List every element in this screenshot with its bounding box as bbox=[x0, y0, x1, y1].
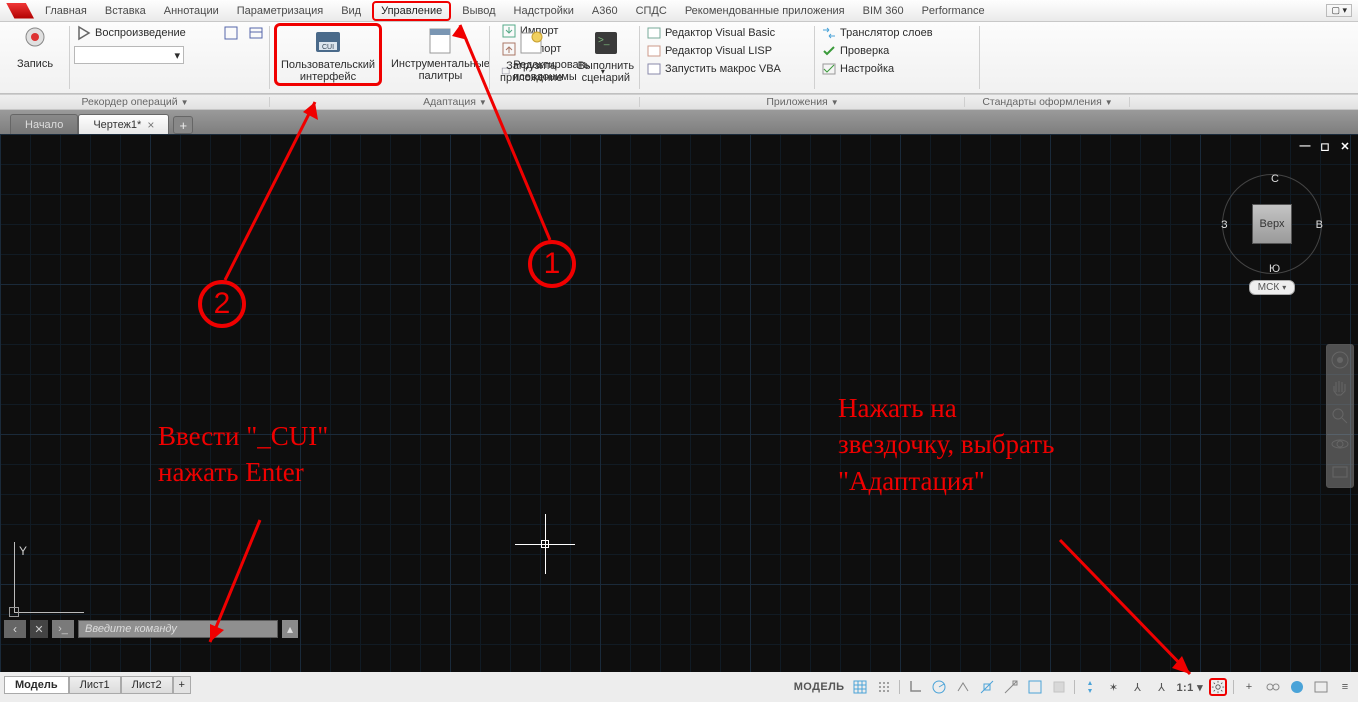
layout-tab-sheet1[interactable]: Лист1 bbox=[69, 676, 121, 694]
menu-manage[interactable]: Управление bbox=[372, 1, 451, 21]
menu-bar: Главная Вставка Аннотации Параметризация… bbox=[0, 0, 1358, 22]
menu-view[interactable]: Вид bbox=[334, 3, 368, 19]
status-options-icon[interactable]: ≡ bbox=[1336, 678, 1354, 696]
command-dropdown-icon[interactable]: ▴ bbox=[282, 620, 298, 638]
command-history-icon[interactable]: ‹ bbox=[4, 620, 26, 638]
dynamic-ucs-icon[interactable]: ⅄ bbox=[1129, 678, 1147, 696]
workspace-icon[interactable]: + bbox=[1240, 678, 1258, 696]
otrack-icon[interactable] bbox=[1002, 678, 1020, 696]
run-script-button[interactable]: >_ Выполнить сценарий bbox=[572, 25, 640, 86]
menu-featured[interactable]: Рекомендованные приложения bbox=[678, 3, 852, 19]
viewport-window-controls: — ◻ ✕ bbox=[1298, 140, 1352, 153]
full-nav-wheel-icon[interactable] bbox=[1329, 349, 1351, 371]
cui-label: Пользовательский интерфейс bbox=[281, 59, 375, 83]
menu-performance[interactable]: Performance bbox=[915, 3, 992, 19]
ribbon: Запись Воспроизведение ▾ CUI Пользовател… bbox=[0, 22, 1358, 94]
navigation-bar bbox=[1326, 344, 1354, 488]
close-viewport-icon[interactable]: ✕ bbox=[1338, 140, 1352, 153]
run-vba-button[interactable]: Запустить макрос VBA bbox=[644, 61, 811, 77]
menu-output[interactable]: Вывод bbox=[455, 3, 502, 19]
close-icon[interactable]: × bbox=[147, 118, 154, 132]
recorder-options-1-icon[interactable] bbox=[221, 23, 241, 43]
menu-overflow-icon[interactable]: ▢ ▾ bbox=[1326, 4, 1352, 17]
file-tab-drawing1[interactable]: Чертеж1*× bbox=[78, 114, 169, 134]
snap-icon[interactable] bbox=[875, 678, 893, 696]
isodraft-icon[interactable] bbox=[954, 678, 972, 696]
orbit-icon[interactable] bbox=[1329, 433, 1351, 455]
viewcube-face[interactable]: Верх bbox=[1252, 204, 1292, 244]
status-bar: МОДЕЛЬ ✶ ⅄ ⅄ 1:1 ▾ + ≡ bbox=[794, 676, 1354, 698]
selection-cycling-icon[interactable] bbox=[1081, 678, 1099, 696]
zoom-extents-icon[interactable] bbox=[1329, 405, 1351, 427]
grid-icon[interactable] bbox=[851, 678, 869, 696]
menu-a360[interactable]: A360 bbox=[585, 3, 625, 19]
minimize-icon[interactable]: — bbox=[1298, 140, 1312, 153]
configure-button[interactable]: Настройка bbox=[819, 61, 976, 77]
svg-text:>_: >_ bbox=[598, 35, 610, 46]
command-prompt-icon[interactable]: ›_ bbox=[52, 620, 74, 638]
tool-palettes-label: Инструментальные палитры bbox=[391, 58, 490, 82]
layout-tabs: Модель Лист1 Лист2 + bbox=[4, 672, 191, 702]
units-icon[interactable] bbox=[1264, 678, 1282, 696]
menu-annotations[interactable]: Аннотации bbox=[157, 3, 226, 19]
app-logo-icon bbox=[6, 3, 34, 19]
osnap-icon[interactable] bbox=[978, 678, 996, 696]
showmotion-icon[interactable] bbox=[1329, 461, 1351, 483]
customization-gear-icon[interactable] bbox=[1209, 678, 1227, 696]
cui-button[interactable]: CUI Пользовательский интерфейс bbox=[274, 23, 382, 86]
svg-text:CUI: CUI bbox=[322, 44, 334, 51]
lineweight-icon[interactable] bbox=[1026, 678, 1044, 696]
menu-insert[interactable]: Вставка bbox=[98, 3, 153, 19]
group-title-adapt: Адаптация bbox=[423, 96, 476, 108]
polar-icon[interactable] bbox=[930, 678, 948, 696]
recorder-options-2-icon[interactable] bbox=[246, 23, 266, 43]
ribbon-group-titles: Рекордер операций▼ Адаптация▼ Приложения… bbox=[0, 94, 1358, 110]
add-layout-button[interactable]: + bbox=[173, 676, 191, 694]
vbe-button[interactable]: Редактор Visual Basic bbox=[644, 25, 811, 41]
layout-tab-model[interactable]: Модель bbox=[4, 676, 69, 694]
restore-icon[interactable]: ◻ bbox=[1318, 140, 1332, 153]
tool-palettes-button[interactable]: Инструментальные палитры bbox=[385, 23, 496, 84]
menu-parametric[interactable]: Параметризация bbox=[230, 3, 330, 19]
group-title-recorder: Рекордер операций bbox=[82, 96, 178, 108]
quick-properties-icon[interactable] bbox=[1288, 678, 1306, 696]
menu-bim360[interactable]: BIM 360 bbox=[856, 3, 911, 19]
action-combo[interactable]: ▾ bbox=[74, 46, 184, 64]
layer-translator-button[interactable]: Транслятор слоев bbox=[819, 25, 976, 41]
transparency-icon[interactable] bbox=[1050, 678, 1068, 696]
vle-button[interactable]: Редактор Visual LISP bbox=[644, 43, 811, 59]
selection-filter-icon[interactable]: ⅄ bbox=[1153, 678, 1171, 696]
new-file-tab-button[interactable]: + bbox=[173, 116, 193, 134]
record-button[interactable]: Запись bbox=[4, 23, 66, 72]
menu-home[interactable]: Главная bbox=[38, 3, 94, 19]
play-label: Воспроизведение bbox=[95, 27, 186, 39]
command-input[interactable]: Введите команду bbox=[78, 620, 278, 638]
record-label: Запись bbox=[17, 58, 53, 70]
command-close-icon[interactable]: ✕ bbox=[30, 620, 48, 638]
command-line-area: ‹ ✕ ›_ Введите команду ▴ bbox=[4, 620, 298, 638]
check-button[interactable]: Проверка bbox=[819, 43, 976, 59]
pan-icon[interactable] bbox=[1329, 377, 1351, 399]
3dosnap-icon[interactable]: ✶ bbox=[1105, 678, 1123, 696]
play-button[interactable]: Воспроизведение bbox=[74, 25, 188, 41]
menu-spds[interactable]: СПДС bbox=[629, 3, 674, 19]
layout-tab-sheet2[interactable]: Лист2 bbox=[121, 676, 173, 694]
file-tab-home[interactable]: Начало bbox=[10, 114, 78, 134]
menu-addins[interactable]: Надстройки bbox=[507, 3, 581, 19]
viewcube[interactable]: Верх С Ю В З МСК▾ bbox=[1222, 174, 1322, 295]
group-title-std: Стандарты оформления bbox=[982, 96, 1101, 108]
clean-screen-icon[interactable] bbox=[1312, 678, 1330, 696]
coord-system-button[interactable]: МСК▾ bbox=[1249, 280, 1295, 295]
group-title-apps: Приложения bbox=[766, 96, 827, 108]
annotation-scale[interactable]: 1:1 ▾ bbox=[1177, 681, 1204, 694]
status-model-label[interactable]: МОДЕЛЬ bbox=[794, 681, 845, 693]
load-app-button[interactable]: Загрузить приложение bbox=[494, 25, 569, 86]
ortho-icon[interactable] bbox=[906, 678, 924, 696]
file-tab-bar: Начало Чертеж1*× + bbox=[0, 110, 1358, 134]
drawing-area[interactable]: — ◻ ✕ Y Верх С Ю В З МСК▾ ‹ ✕ ›_ Введите… bbox=[0, 134, 1358, 672]
